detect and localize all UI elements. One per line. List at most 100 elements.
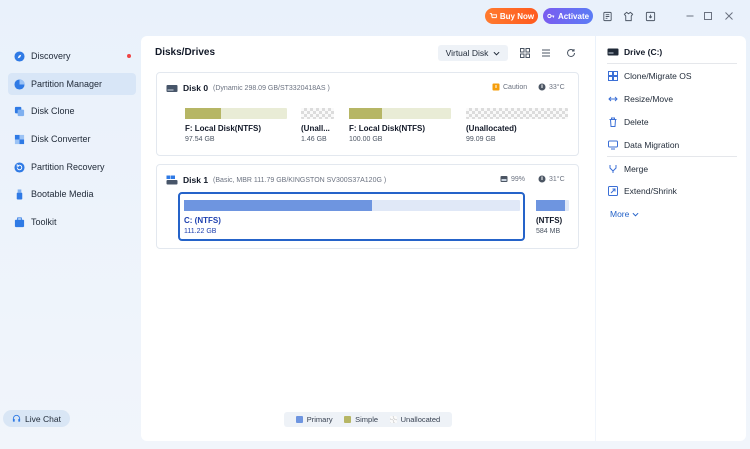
activate-label: Activate: [557, 11, 590, 21]
action-label: Data Migration: [624, 139, 680, 150]
legend-swatch: [295, 416, 303, 423]
sidebar-item-disk-converter[interactable]: Disk Converter: [8, 128, 136, 150]
partition-name: C: (NTFS): [184, 216, 221, 225]
trash-icon: [607, 116, 618, 127]
partition-bar: [185, 108, 287, 119]
windows-disk-icon: [166, 175, 178, 185]
sidebar-item-bootable-media[interactable]: Bootable Media: [8, 183, 136, 205]
list-view-icon[interactable]: [539, 46, 553, 60]
sidebar-item-partition-recovery[interactable]: Partition Recovery: [8, 156, 136, 178]
shirt-icon[interactable]: [621, 9, 635, 23]
action-extend-shrink[interactable]: Extend/Shrink: [607, 185, 677, 196]
partition-0-1[interactable]: (Unall... 1.46 GB: [301, 108, 334, 143]
chevron-down-icon: [493, 51, 500, 56]
divider: [607, 63, 737, 64]
partition-name: (Unallocated): [466, 124, 517, 133]
live-chat-button[interactable]: Live Chat: [3, 410, 70, 427]
action-label: Resize/Move: [624, 93, 674, 104]
partition-usage: [349, 108, 382, 119]
sidebar-item-disk-clone[interactable]: Disk Clone: [8, 100, 136, 122]
action-label: Clone/Migrate OS: [624, 70, 692, 81]
action-data-migration[interactable]: Data Migration: [607, 139, 679, 150]
partition-name: (NTFS): [536, 216, 563, 225]
legend-label: Primary: [306, 415, 333, 424]
refresh-icon[interactable]: [564, 46, 578, 60]
activate-button[interactable]: Activate: [543, 8, 593, 24]
thermometer-icon: [538, 175, 546, 183]
sidebar-item-partition-manager[interactable]: Partition Manager: [8, 73, 136, 95]
partition-1-0[interactable]: C: (NTFS) 111.22 GB: [184, 200, 520, 235]
disk-meta: (Dynamic 298.09 GB/ST3320418AS ): [213, 84, 330, 92]
sidebar-item-label: Disk Converter: [31, 134, 91, 144]
action-merge[interactable]: Merge: [607, 163, 648, 174]
usb-icon: [14, 188, 25, 200]
temperature-label: 33°C: [549, 83, 565, 91]
more-label: More: [610, 209, 630, 219]
live-chat-label: Live Chat: [25, 413, 61, 424]
sidebar-item-toolkit[interactable]: Toolkit: [8, 211, 136, 233]
action-delete[interactable]: Delete: [607, 116, 649, 127]
health-label: 99%: [511, 175, 526, 183]
partition-bar: [466, 108, 568, 119]
action-label: Merge: [624, 163, 649, 174]
partition-name: (Unall...: [301, 124, 330, 133]
partition-0-2[interactable]: F: Local Disk(NTFS) 100.00 GB: [349, 108, 451, 143]
partition-usage: [184, 200, 372, 211]
partition-bar: [349, 108, 451, 119]
disk-card-0[interactable]: Disk 0 (Dynamic 298.09 GB/ST3320418AS ) …: [156, 72, 579, 156]
download-icon[interactable]: [643, 9, 657, 23]
drive-title-label: Drive (C:): [624, 47, 663, 57]
minimize-icon[interactable]: [683, 9, 697, 23]
partition-name: F: Local Disk(NTFS): [185, 124, 262, 133]
convert-icon: [14, 134, 25, 145]
clone-os-icon: [607, 70, 618, 81]
toolkit-icon: [14, 216, 25, 228]
partition-size: 584 MB: [536, 228, 561, 235]
partition-size: 100.00 GB: [349, 136, 383, 143]
disk-temperature: 33°C: [538, 83, 565, 91]
partition-size: 111.22 GB: [184, 228, 217, 235]
sidebar-item-discovery[interactable]: Discovery: [8, 45, 136, 67]
legend-primary: Primary: [295, 415, 333, 424]
cart-icon: [489, 13, 497, 19]
partition-usage: [185, 108, 221, 119]
sidebar-item-label: Partition Manager: [31, 79, 103, 89]
disk-name: Disk 0: [183, 83, 209, 93]
hard-disk-icon: [166, 84, 178, 92]
grid-view-icon[interactable]: [518, 46, 532, 60]
partition-0-3[interactable]: (Unallocated) 99.09 GB: [466, 108, 568, 143]
partition-bar: [536, 200, 569, 211]
notes-icon[interactable]: [600, 9, 614, 23]
drive-title: Drive (C:): [607, 47, 662, 57]
close-icon[interactable]: [722, 9, 736, 23]
virtual-disk-dropdown[interactable]: Virtual Disk: [438, 45, 508, 61]
partition-bar: [301, 108, 334, 119]
sidebar-item-label: Disk Clone: [31, 106, 75, 116]
caution-icon: [492, 83, 500, 91]
action-resize-move[interactable]: Resize/Move: [607, 93, 673, 104]
chevron-down-icon: [632, 212, 639, 217]
disk-meta: (Basic, MBR 111.79 GB/KINGSTON SV300S37A…: [213, 176, 387, 184]
recovery-icon: [14, 161, 25, 173]
merge-icon: [607, 163, 618, 174]
clone-icon: [14, 106, 25, 117]
extend-icon: [607, 185, 618, 196]
partition-1-1[interactable]: (NTFS) 584 MB: [536, 200, 569, 235]
legend-unallocated: Unallocated: [389, 415, 440, 424]
partition-0-0[interactable]: F: Local Disk(NTFS) 97.54 GB: [185, 108, 287, 143]
disk-header: Disk 0 (Dynamic 298.09 GB/ST3320418AS ): [166, 83, 330, 93]
legend: Primary Simple Unallocated: [284, 412, 452, 427]
more-button[interactable]: More: [610, 209, 639, 219]
sidebar-item-label: Bootable Media: [31, 189, 94, 199]
action-label: Extend/Shrink: [624, 185, 677, 196]
action-clone-migrate-os[interactable]: Clone/Migrate OS: [607, 70, 692, 81]
maximize-icon[interactable]: [701, 9, 715, 23]
compass-icon: [14, 50, 25, 62]
title-bar: Buy Now Activate: [0, 0, 750, 34]
buy-now-button[interactable]: Buy Now: [485, 8, 538, 24]
disk-card-1[interactable]: Disk 1 (Basic, MBR 111.79 GB/KINGSTON SV…: [156, 164, 579, 249]
headset-icon: [12, 414, 21, 422]
legend-simple: Simple: [344, 415, 378, 424]
key-icon: [547, 13, 555, 19]
caution-label: Caution: [503, 83, 528, 91]
